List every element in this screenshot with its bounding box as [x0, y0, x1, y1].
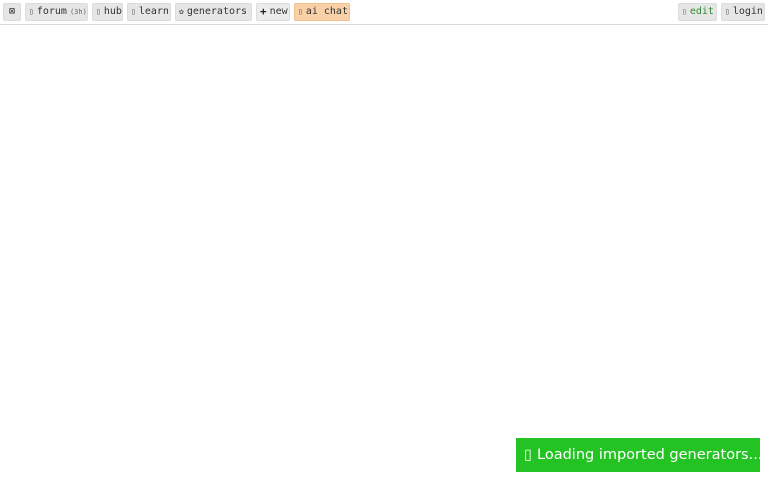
edit-button[interactable]: ▯ edit [678, 3, 717, 21]
top-nav-bar: ⊠ ▯ forum (3h) ▯ hub ▯ learn ✿ generator… [0, 0, 768, 25]
forum-button[interactable]: ▯ forum (3h) [25, 3, 88, 21]
login-label: login [732, 6, 763, 17]
edit-label: edit [689, 6, 714, 17]
learn-label: learn [138, 6, 169, 17]
forum-badge: (3h) [69, 8, 87, 16]
forum-label: forum [36, 6, 67, 17]
robot-icon: ▯ [298, 7, 303, 16]
hub-label: hub [103, 6, 122, 17]
plus-icon: + [260, 5, 267, 18]
generators-button[interactable]: ✿ generators [175, 3, 252, 21]
new-button[interactable]: + new [256, 3, 290, 21]
ai-chat-button[interactable]: ▯ ai chat [294, 3, 350, 21]
ai-chat-label: ai chat [305, 6, 348, 17]
generators-label: generators [186, 6, 248, 17]
book-icon: ▯ [131, 7, 136, 16]
new-label: new [269, 6, 288, 17]
pencil-icon: ▯ [682, 7, 687, 16]
comments-icon: ▯ [29, 7, 34, 16]
loading-message: Loading imported generators... [537, 447, 760, 463]
learn-button[interactable]: ▯ learn [127, 3, 171, 21]
compass-icon: ▯ [96, 7, 101, 16]
user-icon: ▯ [725, 7, 730, 16]
collapse-icon: ⊠ [8, 6, 16, 17]
collapse-button[interactable]: ⊠ [3, 3, 21, 21]
spinner-icon: ▯ [524, 447, 532, 463]
login-button[interactable]: ▯ login [721, 3, 765, 21]
loading-notification: ▯ Loading imported generators... [516, 438, 760, 472]
hub-button[interactable]: ▯ hub [92, 3, 123, 21]
sparkle-icon: ✿ [179, 7, 184, 16]
